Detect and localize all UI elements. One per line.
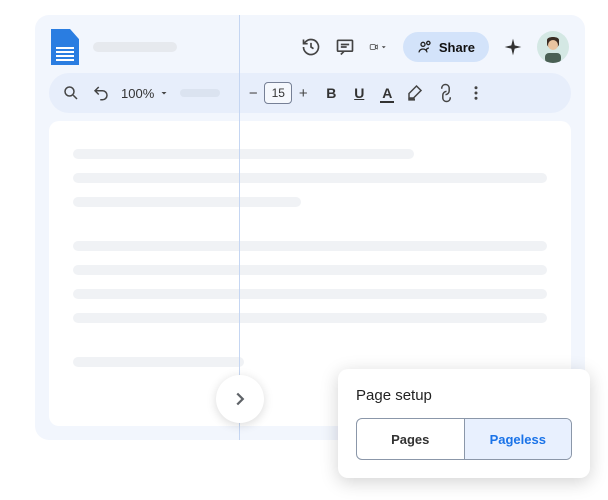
chevron-right-icon — [229, 388, 251, 410]
bold-button[interactable]: B — [322, 85, 340, 101]
undo-icon[interactable] — [91, 83, 111, 103]
pages-option[interactable]: Pages — [357, 419, 465, 459]
expand-button[interactable] — [216, 375, 264, 423]
page-mode-segmented: Pages Pageless — [356, 418, 572, 460]
more-icon[interactable] — [466, 83, 486, 103]
chevron-down-icon — [158, 87, 170, 99]
search-icon[interactable] — [61, 83, 81, 103]
link-button[interactable] — [436, 83, 456, 103]
formatting-toolbar: 100% − + B U A — [49, 73, 571, 113]
pageless-option[interactable]: Pageless — [465, 419, 572, 459]
text-line — [73, 197, 301, 207]
topbar: Share — [35, 15, 585, 71]
comment-icon[interactable] — [335, 37, 355, 57]
title-placeholder — [93, 42, 177, 52]
page-setup-panel: Page setup Pages Pageless — [338, 369, 590, 478]
text-color-button[interactable]: A — [378, 85, 396, 101]
text-line — [73, 265, 547, 275]
text-line — [73, 173, 547, 183]
panel-title: Page setup — [356, 387, 572, 404]
highlight-button[interactable] — [406, 83, 426, 103]
gemini-icon[interactable] — [503, 37, 523, 57]
text-line — [73, 357, 244, 367]
text-line — [73, 149, 414, 159]
share-label: Share — [439, 40, 475, 55]
text-line — [73, 313, 547, 323]
font-size-increase[interactable]: + — [294, 83, 312, 103]
avatar[interactable] — [537, 31, 569, 63]
font-size-decrease[interactable]: − — [244, 83, 262, 103]
meet-icon[interactable] — [369, 37, 389, 57]
zoom-selector[interactable]: 100% — [121, 86, 170, 101]
underline-button[interactable]: U — [350, 85, 368, 101]
history-icon[interactable] — [301, 37, 321, 57]
text-line — [73, 241, 547, 251]
toolbar-placeholder — [180, 89, 220, 97]
header-actions: Share — [301, 31, 569, 63]
docs-logo-icon — [51, 29, 79, 65]
text-line — [73, 289, 547, 299]
share-button[interactable]: Share — [403, 32, 489, 62]
font-size-control: − + — [244, 82, 312, 104]
font-size-input[interactable] — [264, 82, 292, 104]
